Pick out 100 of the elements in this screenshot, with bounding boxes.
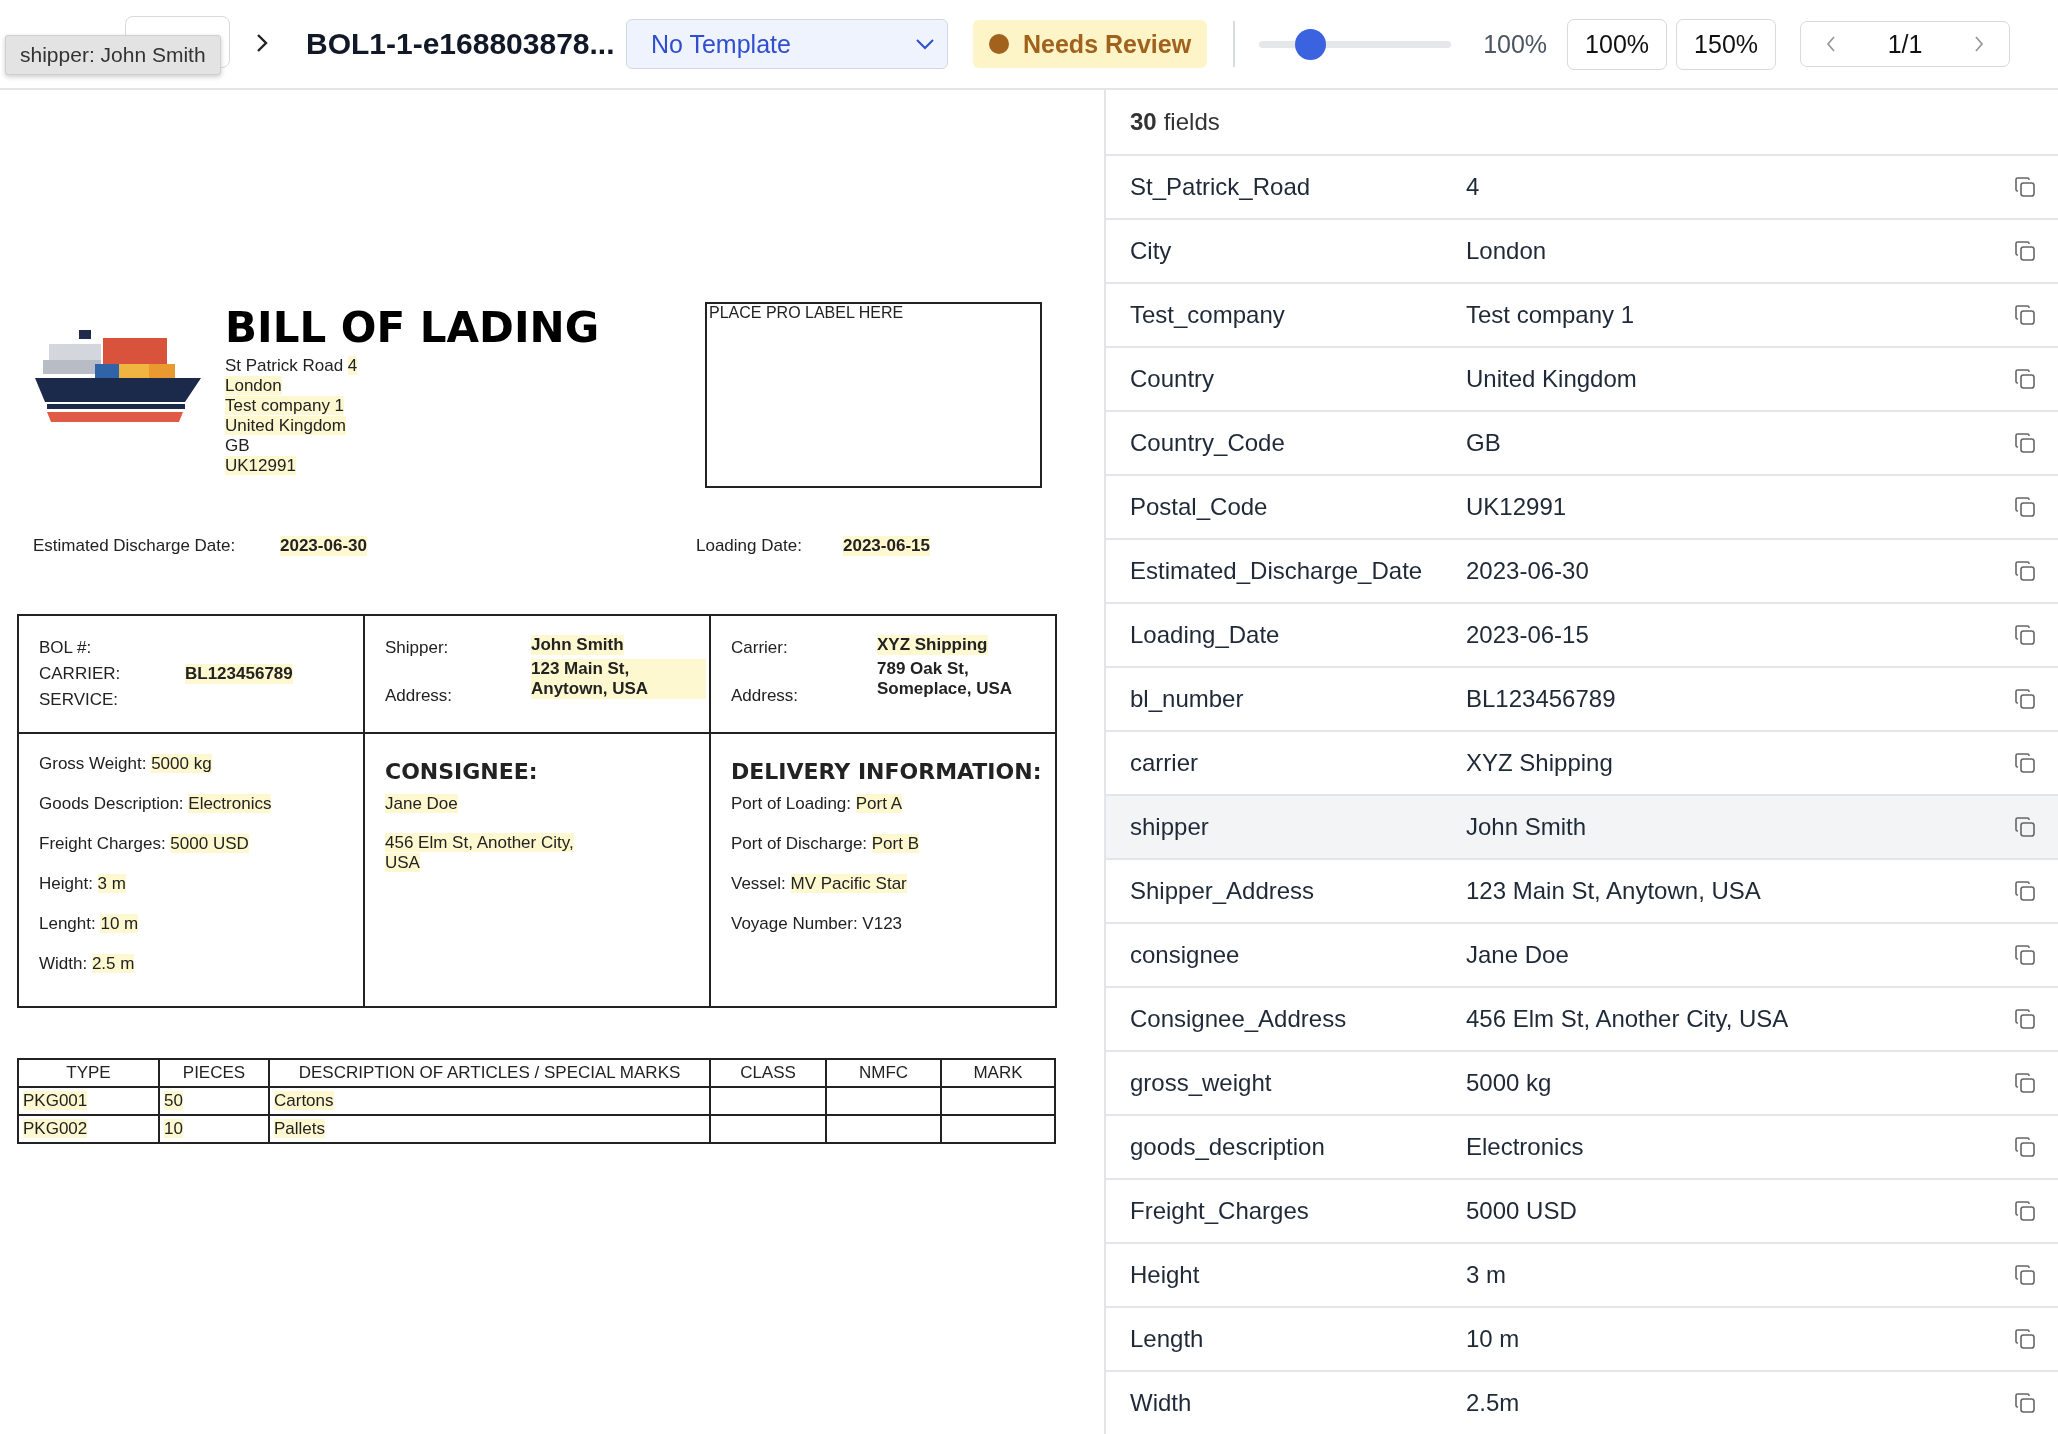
field-row[interactable]: consignee Jane Doe [1106, 924, 2058, 988]
document-heading: BILL OF LADING [225, 302, 601, 354]
cargo-line: Height: 3 m [39, 874, 127, 894]
field-row[interactable]: gross_weight 5000 kg [1106, 1052, 2058, 1116]
delivery-line: Port of Discharge: Port B [731, 834, 921, 854]
field-row[interactable]: Loading_Date 2023-06-15 [1106, 604, 2058, 668]
field-value: UK12991 [1466, 493, 1568, 521]
copy-icon[interactable] [2014, 688, 2036, 710]
field-label: BOL #: [39, 638, 93, 658]
field-row[interactable]: Estimated_Discharge_Date 2023-06-30 [1106, 540, 2058, 604]
delivery-line: Port of Loading: Port A [731, 794, 904, 814]
field-value: 123 Main St, Anytown, USA [1466, 877, 1762, 905]
field-row[interactable]: Test_company Test company 1 [1106, 284, 2058, 348]
field-value: XYZ Shipping [877, 635, 988, 655]
field-row[interactable]: goods_description Electronics [1106, 1116, 2058, 1180]
copy-icon[interactable] [2014, 1008, 2036, 1030]
table-cell: 10 [164, 1119, 183, 1138]
address-line: St Patrick Road 4 [225, 356, 359, 376]
field-value: 4 [1466, 173, 1481, 201]
date-value: 2023-06-30 [280, 536, 367, 556]
copy-icon[interactable] [2014, 1072, 2036, 1094]
table-cell: 50 [164, 1091, 183, 1110]
field-value: 10 m [1466, 1325, 1521, 1353]
copy-icon[interactable] [2014, 1136, 2036, 1158]
status-badge: Needs Review [973, 20, 1208, 68]
field-row[interactable]: Height 3 m [1106, 1244, 2058, 1308]
column-header: MARK [941, 1059, 1055, 1087]
field-name: City [1130, 237, 1173, 265]
copy-icon[interactable] [2014, 560, 2036, 582]
field-value: London [1466, 237, 1548, 265]
field-row[interactable]: Consignee_Address 456 Elm St, Another City, USA [1106, 988, 2058, 1052]
copy-icon[interactable] [2014, 880, 2036, 902]
field-row[interactable]: Country_Code GB [1106, 412, 2058, 476]
delivery-line: Voyage Number: V123 [731, 914, 904, 934]
document-title: BOL1-1-e168803878... [306, 27, 616, 61]
field-label: CARRIER: [39, 664, 122, 684]
field-name: Consignee_Address [1130, 1005, 1348, 1033]
field-row[interactable]: Length 10 m [1106, 1308, 2058, 1372]
field-name: Country [1130, 365, 1216, 393]
copy-icon[interactable] [2014, 816, 2036, 838]
zoom-slider[interactable] [1259, 29, 1452, 59]
column-header: PIECES [159, 1059, 269, 1087]
field-row[interactable]: Freight_Charges 5000 USD [1106, 1180, 2058, 1244]
copy-icon[interactable] [2014, 176, 2036, 198]
copy-icon[interactable] [2014, 496, 2036, 518]
copy-icon[interactable] [2014, 752, 2036, 774]
copy-icon[interactable] [2014, 1264, 2036, 1286]
copy-icon[interactable] [2014, 1328, 2036, 1350]
field-name: Estimated_Discharge_Date [1130, 557, 1424, 585]
field-row[interactable]: St_Patrick_Road 4 [1106, 156, 2058, 220]
field-value: John Smith [531, 635, 624, 655]
field-value: BL123456789 [185, 664, 293, 684]
zoom-button[interactable]: 150% [1676, 18, 1777, 70]
field-name: carrier [1130, 749, 1199, 777]
section-heading: DELIVERY INFORMATION: [731, 759, 1043, 784]
field-row[interactable]: Width 2.5m [1106, 1372, 2058, 1434]
cargo-line: Lenght: 10 m [39, 914, 140, 934]
zoom-button[interactable]: 100% [1567, 18, 1668, 70]
field-name: goods_description [1130, 1133, 1326, 1161]
field-label: Shipper: [385, 638, 450, 658]
copy-icon[interactable] [2014, 240, 2036, 262]
field-row[interactable]: bl_number BL123456789 [1106, 668, 2058, 732]
field-row[interactable]: shipper John Smith [1106, 796, 2058, 860]
field-name: Test_company [1130, 301, 1286, 329]
field-row[interactable]: Postal_Code UK12991 [1106, 476, 2058, 540]
field-name: St_Patrick_Road [1130, 173, 1312, 201]
field-name: consignee [1130, 941, 1241, 969]
field-value: Electronics [1466, 1133, 1585, 1161]
field-row[interactable]: Country United Kingdom [1106, 348, 2058, 412]
field-name: Freight_Charges [1130, 1197, 1310, 1225]
delivery-line: Vessel: MV Pacific Star [731, 874, 908, 894]
copy-icon[interactable] [2014, 1200, 2036, 1222]
field-name: Length [1130, 1325, 1205, 1353]
chevron-right-icon[interactable] [1973, 34, 1986, 54]
field-name: bl_number [1130, 685, 1245, 713]
copy-icon[interactable] [2014, 432, 2036, 454]
table-cell: Pallets [274, 1119, 326, 1138]
copy-icon[interactable] [2014, 368, 2036, 390]
section-heading: CONSIGNEE: [385, 759, 539, 784]
table-cell: PKG001 [23, 1091, 88, 1110]
field-row[interactable]: Shipper_Address 123 Main St, Anytown, USA [1106, 860, 2058, 924]
template-select[interactable]: No Template [626, 19, 948, 69]
copy-icon[interactable] [2014, 624, 2036, 646]
field-name: gross_weight [1130, 1069, 1273, 1097]
chevron-left-icon[interactable] [1825, 34, 1838, 54]
field-value: GB [1466, 429, 1502, 457]
copy-icon[interactable] [2014, 944, 2036, 966]
field-count: 30 fields [1106, 90, 2058, 156]
copy-icon[interactable] [2014, 1392, 2036, 1414]
chevron-right-icon [255, 32, 269, 54]
field-value: 789 Oak St, Someplace, USA [877, 659, 1014, 699]
field-label: Carrier: [731, 638, 789, 658]
field-value: 2023-06-15 [1466, 621, 1590, 649]
copy-icon[interactable] [2014, 304, 2036, 326]
field-value: Jane Doe [1466, 941, 1570, 969]
field-label: Address: [731, 686, 800, 706]
field-row[interactable]: City London [1106, 220, 2058, 284]
field-value: 456 Elm St, Another City, USA [1466, 1005, 1790, 1033]
field-value: 3 m [1466, 1261, 1507, 1289]
field-value: 5000 kg [1466, 1069, 1553, 1097]
